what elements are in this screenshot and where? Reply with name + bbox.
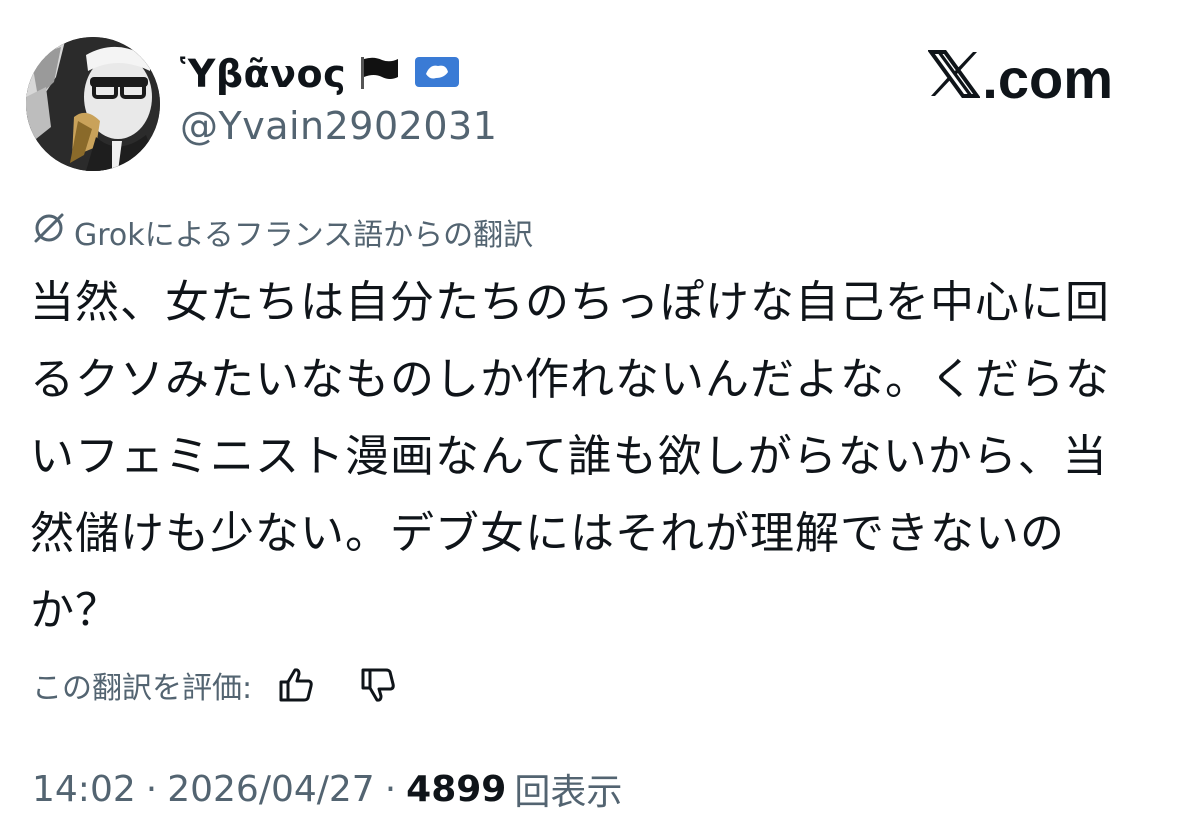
translation-rating: この翻訳を評価: bbox=[32, 660, 400, 710]
author-display-name[interactable]: Ὑβᾶνος bbox=[180, 52, 346, 96]
tweet-meta: 14:02 · 2026/04/27 · 4899 回表示 bbox=[32, 762, 622, 816]
meta-separator: · bbox=[145, 768, 158, 810]
translation-label[interactable]: Grokによるフランス語からの翻訳 bbox=[74, 210, 533, 254]
rating-label: この翻訳を評価: bbox=[32, 671, 253, 706]
author-name-row[interactable]: Ὑβᾶνος bbox=[180, 44, 460, 104]
black-flag-icon bbox=[360, 55, 400, 93]
avatar-image bbox=[26, 37, 160, 171]
brand-suffix: .com bbox=[982, 47, 1113, 110]
author-handle[interactable]: @Yvain2902031 bbox=[180, 104, 497, 148]
tweet-text: 当然、女たちは自分たちのちっぽけな自己を中心に回るクソみたいなものしか作れないん… bbox=[30, 277, 1110, 636]
thumbs-up-icon[interactable] bbox=[274, 663, 318, 707]
grok-icon bbox=[32, 211, 66, 253]
meta-separator: · bbox=[384, 768, 397, 810]
x-com-brand: .com bbox=[927, 46, 1113, 111]
translation-note[interactable]: Grokによるフランス語からの翻訳 bbox=[32, 208, 533, 256]
x-logo-icon bbox=[927, 46, 982, 111]
views-label: 回表示 bbox=[514, 772, 623, 813]
author-avatar[interactable] bbox=[26, 37, 160, 171]
tweet-date[interactable]: 2026/04/27 bbox=[167, 769, 375, 810]
tweet-time[interactable]: 14:02 bbox=[32, 769, 136, 810]
antarctica-flag-icon bbox=[414, 56, 460, 92]
views-count[interactable]: 4899 bbox=[406, 769, 506, 810]
thumbs-down-icon[interactable] bbox=[356, 663, 400, 707]
